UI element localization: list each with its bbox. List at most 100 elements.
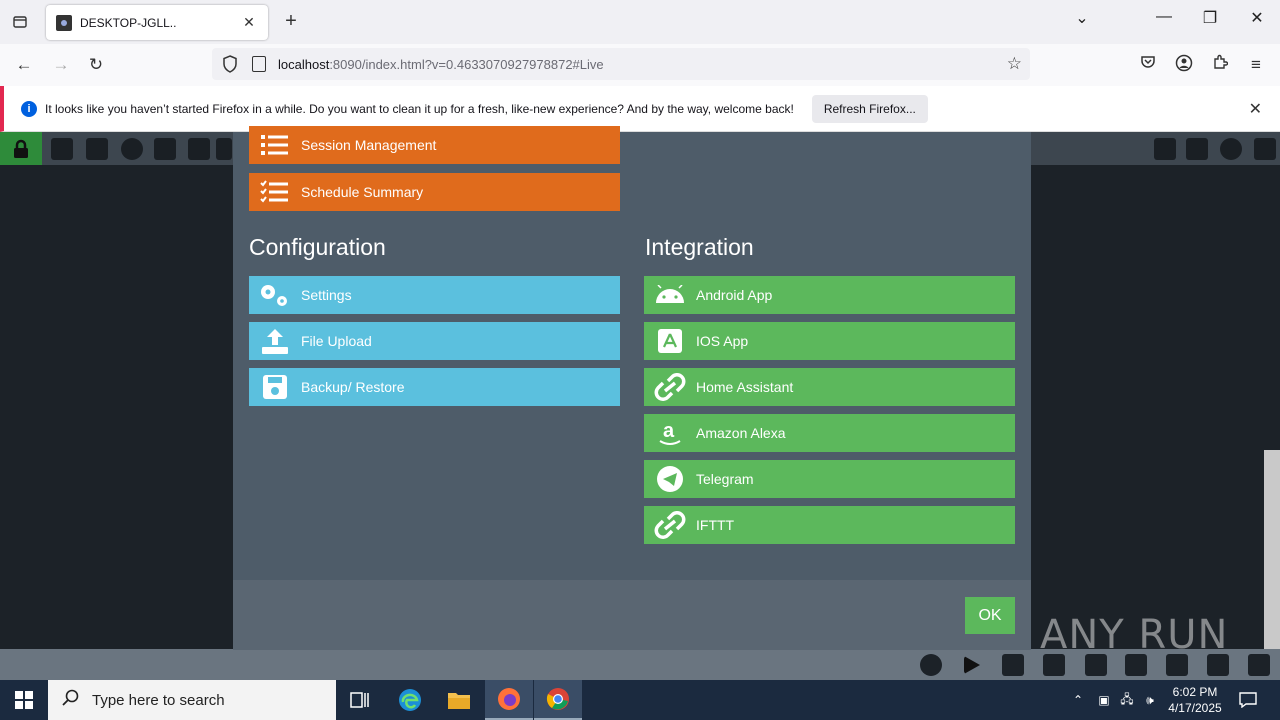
clock-time: 6:02 PM [1172,685,1218,699]
tab-title: DESKTOP-JGLL.. [80,15,177,30]
restore-icon[interactable]: ❐ [1196,8,1224,28]
ok-button[interactable]: OK [965,597,1015,634]
url-bar[interactable]: localhost:8090/index.html?v=0.4633070927… [212,48,1030,80]
list-icon [249,126,301,164]
android-app-label: Android App [696,287,773,303]
search-placeholder: Type here to search [92,691,225,709]
close-window-icon[interactable]: ✕ [1243,8,1271,28]
telegram-label: Telegram [696,471,754,487]
ios-app-label: IOS App [696,333,749,349]
session-management-button[interactable]: Session Management [249,126,620,164]
reload-icon[interactable]: ↻ [85,54,107,76]
file-upload-label: File Upload [301,333,372,349]
back-icon[interactable]: ← [13,54,35,76]
home-assistant-button[interactable]: Home Assistant [644,368,1015,406]
extensions-icon[interactable] [1209,54,1231,76]
notification-bar: i It looks like you haven’t started Fire… [0,86,1280,132]
calendar-icon[interactable] [154,138,176,160]
window-icon[interactable] [1254,138,1276,160]
volume-icon[interactable]: 🕪 [1140,680,1160,720]
file-upload-button[interactable]: File Upload [249,322,620,360]
tray-chevron-icon[interactable]: ⌃ [1068,680,1088,720]
file-explorer-icon[interactable] [435,680,483,720]
link-icon [644,506,696,544]
tab-overflow-chevron-icon[interactable]: ⌄ [1068,8,1096,28]
notification-close-icon[interactable]: ✕ [1249,99,1262,119]
page-info-icon[interactable] [252,56,266,72]
android-app-button[interactable]: Android App [644,276,1015,314]
tab-close-icon[interactable]: ✕ [240,14,258,31]
tab-list-icon[interactable] [8,10,32,34]
upload-icon [249,322,301,360]
mute-icon[interactable] [1002,654,1024,676]
browser-tab[interactable]: DESKTOP-JGLL.. ✕ [46,5,268,40]
forward-icon[interactable]: → [50,54,72,76]
gears-icon [249,276,301,314]
camera-icon[interactable] [86,138,108,160]
amazon-alexa-label: Amazon Alexa [696,425,786,441]
taskbar-clock[interactable]: 6:02 PM 4/17/2025 [1160,684,1230,716]
bell-icon[interactable] [1154,138,1176,160]
notifications-icon[interactable] [1236,680,1260,720]
browser-tab-bar: DESKTOP-JGLL.. ✕ + ⌄ — ❐ ✕ [0,0,1280,44]
search-icon [62,689,80,712]
pocket-icon[interactable] [1137,54,1159,76]
account-icon[interactable] [1173,54,1195,76]
app-store-icon [644,322,696,360]
integration-title: Integration [645,234,754,260]
clock-icon[interactable] [121,138,143,160]
bookmark-star-icon[interactable]: ☆ [1007,54,1022,74]
backup-restore-button[interactable]: Backup/ Restore [249,368,620,406]
url-text[interactable]: localhost:8090/index.html?v=0.4633070927… [278,57,604,72]
play-icon[interactable] [964,656,980,674]
edge-icon[interactable] [386,680,434,720]
taskbar-search-box[interactable]: Type here to search [48,680,336,720]
menu-hamburger-icon[interactable]: ≡ [1245,54,1267,76]
checklist-icon [249,173,301,211]
lock-icon[interactable] [0,132,42,165]
session-management-label: Session Management [301,137,437,153]
notification-text: It looks like you haven’t started Firefo… [45,101,794,116]
menu-modal: Session Management Schedule Summary Conf… [233,126,1031,650]
crosshair-icon[interactable] [920,654,942,676]
schedule-summary-label: Schedule Summary [301,184,424,200]
ios-app-button[interactable]: IOS App [644,322,1015,360]
telegram-icon [644,460,696,498]
url-path: :8090/index.html?v=0.4633070927978872#Li… [329,56,604,72]
new-tab-icon[interactable]: + [280,10,302,33]
settings-label: Settings [301,287,352,303]
home-assistant-label: Home Assistant [696,379,794,395]
server-icon[interactable] [51,138,73,160]
modal-footer: OK [233,580,1031,650]
clock-date: 4/17/2025 [1168,701,1222,715]
link-icon [644,368,696,406]
svg-text:a: a [663,420,675,442]
file-icon[interactable] [188,138,210,160]
amazon-icon: a [644,414,696,452]
minimize-icon[interactable]: — [1150,8,1178,26]
settings-button[interactable]: Settings [249,276,620,314]
anyrun-watermark: ANY RUN [1040,612,1229,658]
browser-nav-bar: ← → ↻ localhost:8090/index.html?v=0.4633… [0,44,1280,86]
network-icon[interactable]: 🖧 [1117,680,1137,720]
image-icon[interactable] [216,138,232,160]
tray-device-icon[interactable]: ▣ [1094,680,1114,720]
chrome-icon[interactable] [534,680,582,720]
telegram-button[interactable]: Telegram [644,460,1015,498]
amazon-alexa-button[interactable]: a Amazon Alexa [644,414,1015,452]
ifttt-button[interactable]: IFTTT [644,506,1015,544]
arrow-right-icon[interactable] [1248,654,1270,676]
windows-start-icon[interactable] [0,680,48,720]
app-area: Session Management Schedule Summary Conf… [0,126,1280,680]
schedule-summary-button[interactable]: Schedule Summary [249,173,620,211]
shield-icon[interactable] [222,55,240,73]
firefox-icon[interactable] [485,680,533,720]
info-icon: i [21,100,37,117]
user-icon[interactable] [1186,138,1208,160]
refresh-firefox-button[interactable]: Refresh Firefox... [811,94,928,123]
scrollbar[interactable] [1264,450,1280,654]
backup-restore-label: Backup/ Restore [301,379,405,395]
floppy-icon [249,368,301,406]
task-view-icon[interactable] [336,680,384,720]
info-circle-icon[interactable] [1220,138,1242,160]
